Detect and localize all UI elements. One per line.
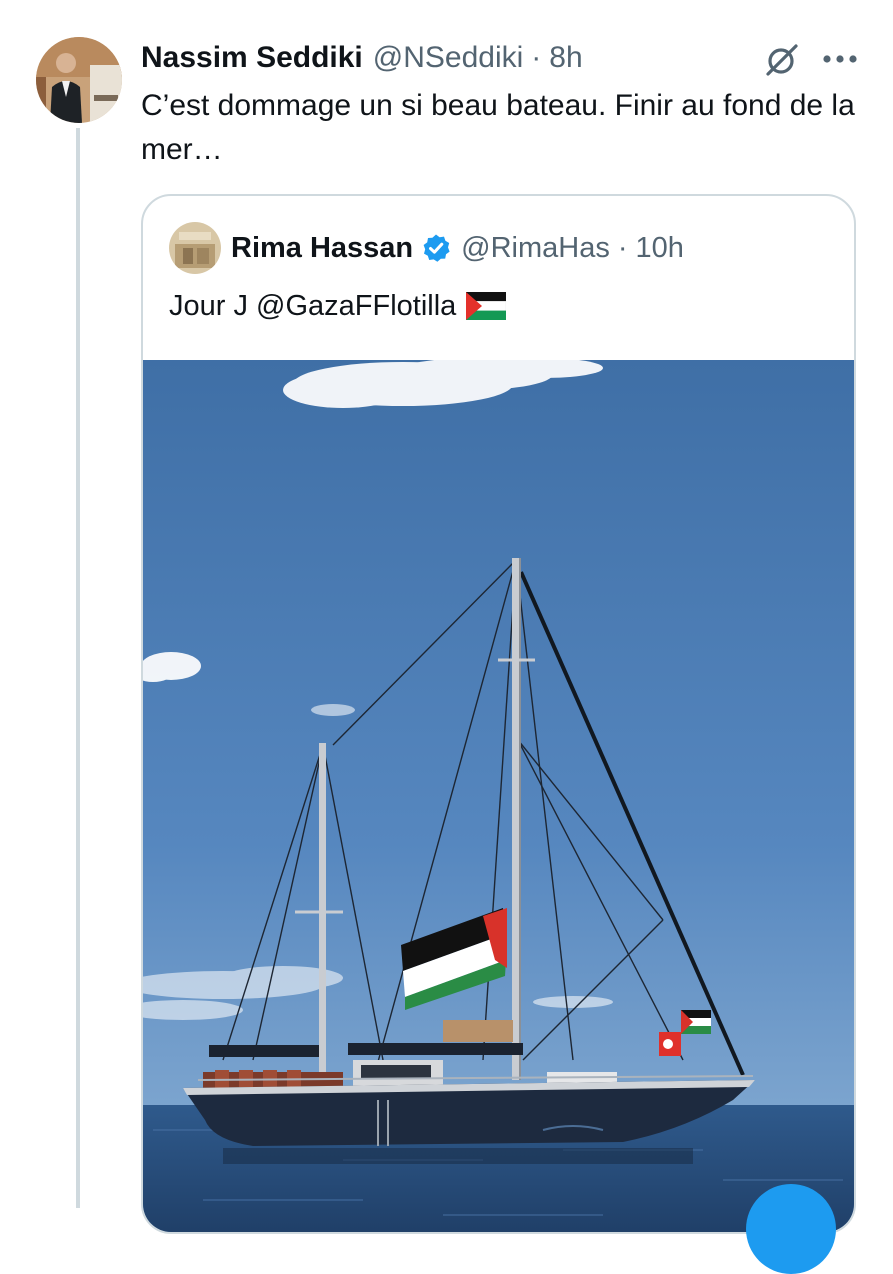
tweet-text: C’est dommage un si beau bateau. Finir a… [141, 89, 855, 166]
tweet-header: Nassim Seddiki @NSeddiki · 8h [141, 38, 583, 78]
quote-avatar[interactable] [169, 222, 221, 274]
quote-time[interactable]: 10h [636, 232, 684, 265]
more-dots-icon [823, 55, 857, 63]
compose-fab-button[interactable] [746, 1184, 836, 1274]
separator-dot: · [531, 41, 542, 74]
slashed-circle-icon [766, 44, 798, 76]
quoted-tweet-card[interactable]: Rima Hassan @RimaHas · 10h Jour J @GazaF… [141, 194, 856, 1234]
palestine-flag-icon [466, 292, 507, 320]
avatar-photo [36, 37, 122, 123]
quote-author-handle[interactable]: @RimaHas [461, 232, 610, 265]
quote-separator-dot: · [617, 231, 628, 264]
thread-line [76, 128, 80, 1208]
author-handle[interactable]: @NSeddiki [373, 38, 524, 78]
avatar[interactable] [36, 37, 122, 123]
quote-author-name[interactable]: Rima Hassan [231, 232, 413, 265]
quote-media-image[interactable] [143, 360, 854, 1232]
quote-text: Jour J @GazaFFlotilla [169, 289, 457, 322]
tweet-time[interactable]: 8h [549, 38, 582, 78]
sailboat-photo [143, 360, 854, 1232]
quote-avatar-image [169, 222, 221, 274]
verified-badge-icon [421, 233, 451, 263]
more-button[interactable] [818, 44, 862, 74]
quote-text-row: Jour J @GazaFFlotilla [169, 284, 507, 328]
quote-header: Rima Hassan @RimaHas · 10h [231, 226, 684, 270]
author-name[interactable]: Nassim Seddiki [141, 38, 363, 78]
grok-button[interactable] [760, 40, 802, 80]
